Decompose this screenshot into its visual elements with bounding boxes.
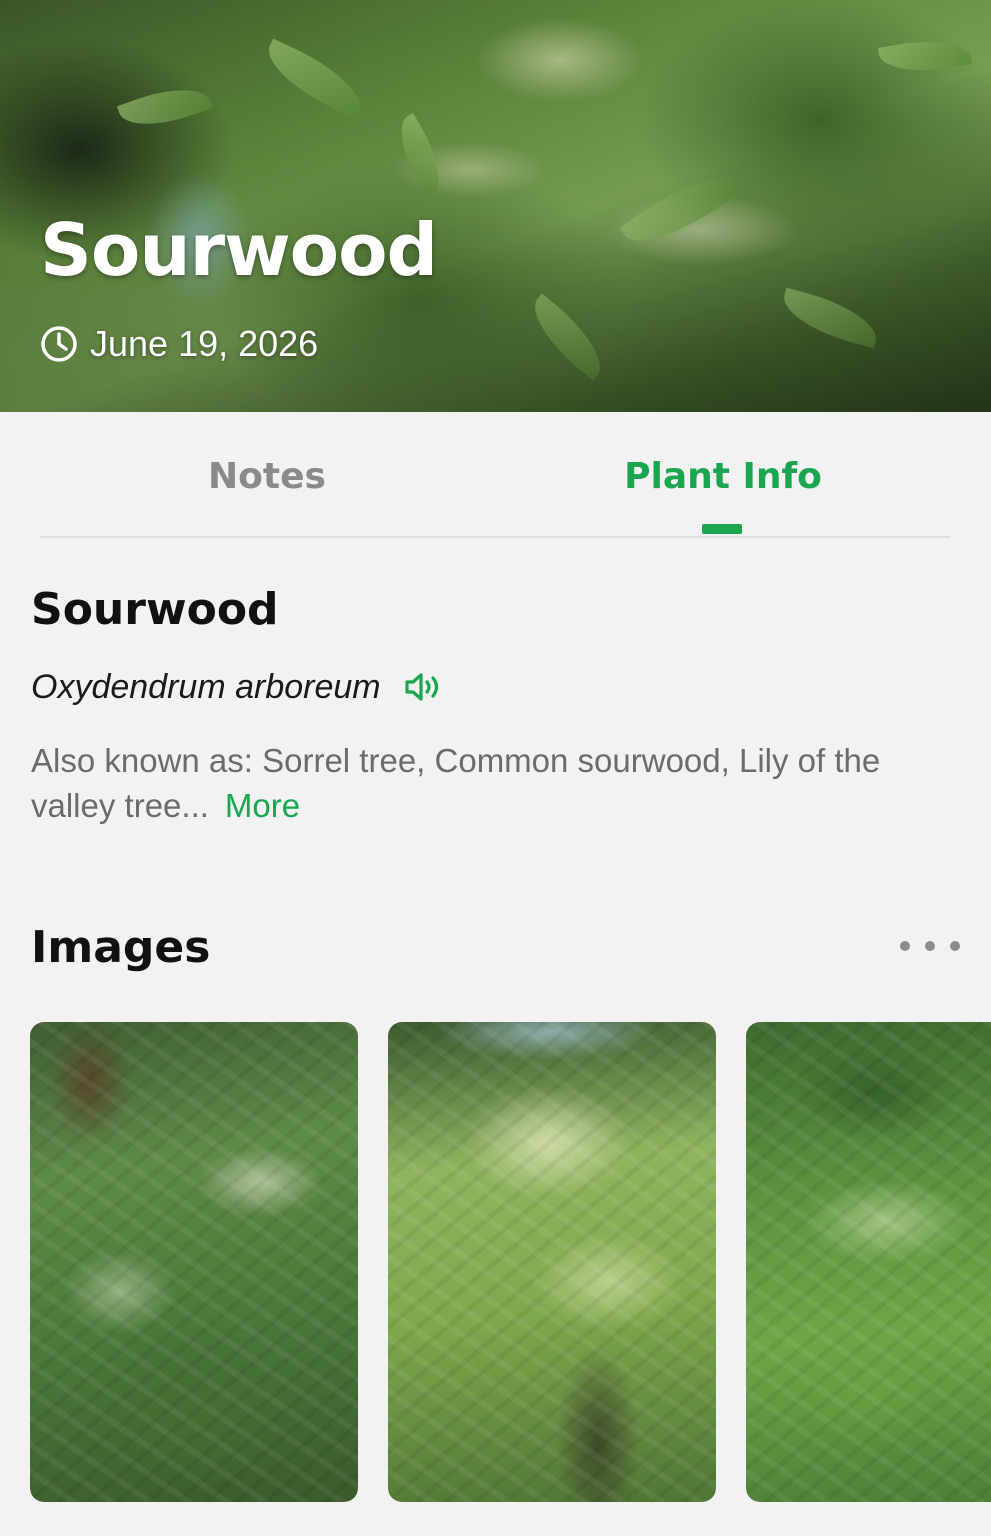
plant-image-thumbnail[interactable]: [30, 1022, 358, 1502]
also-known-as: Also known as: Sorrel tree, Common sourw…: [31, 738, 961, 828]
more-link[interactable]: More: [225, 787, 300, 824]
foliage-texture: [30, 1022, 358, 1502]
scientific-name-row: Oxydendrum arboreum: [31, 664, 443, 710]
tab-bar: Notes Plant Info: [0, 412, 991, 538]
plant-detail-screen: Sourwood June 19, 2026 Notes Plant Info …: [0, 0, 991, 1536]
more-dots-icon[interactable]: [900, 934, 960, 958]
hero-date-row: June 19, 2026: [40, 322, 318, 366]
active-tab-indicator: [702, 524, 742, 534]
plant-image-thumbnail[interactable]: [388, 1022, 716, 1502]
hero-image: Sourwood June 19, 2026: [0, 0, 991, 412]
tab-divider: [40, 536, 950, 538]
clock-icon: [41, 326, 77, 362]
images-section-title: Images: [31, 922, 211, 973]
plant-scientific-name: Oxydendrum arboreum: [31, 667, 381, 706]
speaker-icon[interactable]: [403, 670, 443, 704]
dot: [950, 941, 960, 951]
dot: [925, 941, 935, 951]
foliage-texture: [746, 1022, 991, 1502]
tab-notes[interactable]: Notes: [117, 446, 417, 506]
plant-image-thumbnail[interactable]: [746, 1022, 991, 1502]
tab-plant-info[interactable]: Plant Info: [573, 446, 873, 506]
hero-title: Sourwood: [40, 208, 438, 292]
foliage-texture: [388, 1022, 716, 1502]
hero-date-text: June 19, 2026: [90, 323, 319, 364]
dot: [900, 941, 910, 951]
also-known-as-text: Also known as: Sorrel tree, Common sourw…: [31, 742, 881, 824]
plant-common-name: Sourwood: [31, 584, 279, 635]
